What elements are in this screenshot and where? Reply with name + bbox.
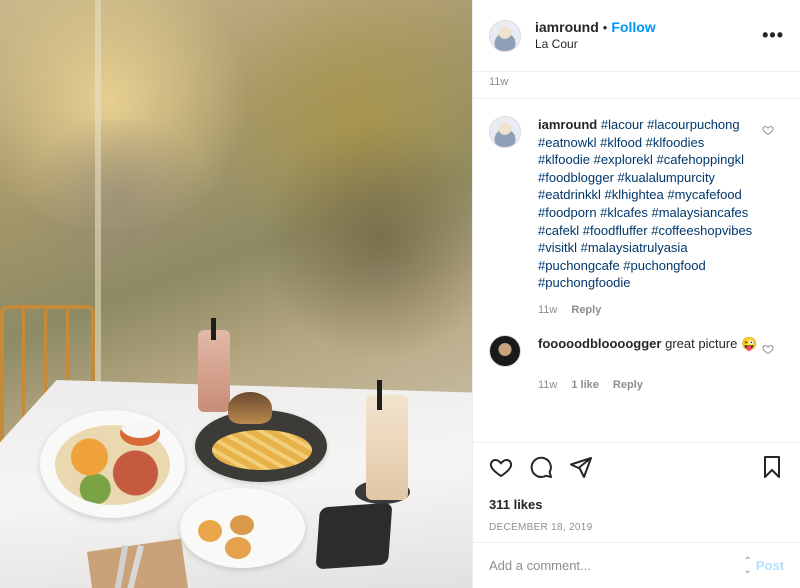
caption-meta: 11w Reply: [538, 304, 784, 316]
heart-icon[interactable]: [489, 455, 513, 479]
photo-window-frame: [95, 0, 101, 400]
photo-background-window: [20, 120, 220, 280]
reply-button[interactable]: Reply: [571, 304, 601, 316]
photo-burger: [228, 392, 272, 424]
photo-macaron: [230, 515, 254, 535]
photo-straw: [211, 318, 216, 340]
avatar[interactable]: [489, 334, 521, 367]
photo-macaron: [198, 520, 222, 542]
comment-time: 11w: [538, 378, 558, 391]
avatar[interactable]: [489, 19, 521, 52]
photo-sauce-bowl: [120, 420, 160, 446]
comment-text: great picture 😜: [665, 335, 758, 351]
top-timestamp: 11w: [489, 76, 509, 88]
resize-grip-icon: ⌃ ⌄: [743, 555, 752, 576]
heart-icon[interactable]: [762, 124, 774, 139]
comment-body: fooooodbloooogger great picture 😜: [538, 335, 758, 367]
post-header: iamround • Follow La Cour •••: [473, 0, 800, 72]
post-actions: 311 likes DECEMBER 18, 2019: [473, 442, 800, 533]
location-link[interactable]: La Cour: [535, 36, 656, 52]
avatar[interactable]: [489, 116, 521, 148]
bookmark-icon[interactable]: [760, 455, 784, 479]
post-button[interactable]: Post: [756, 558, 784, 573]
comment-icon[interactable]: [529, 455, 553, 479]
divider: [473, 98, 800, 99]
post-photo[interactable]: [0, 0, 472, 588]
caption-body: iamround #lacour #lacourpuchong #eatnowk…: [538, 116, 758, 292]
caption-username[interactable]: iamround: [538, 117, 597, 132]
photo-straw: [377, 380, 382, 410]
caption-time: 11w: [538, 303, 558, 316]
photo-coffee-glass: [366, 395, 408, 500]
comment-input[interactable]: [489, 558, 744, 573]
post-date: DECEMBER 18, 2019: [489, 522, 593, 533]
post-side-panel: iamround • Follow La Cour ••• 11w iamround…: [472, 0, 800, 588]
comment-likes-link[interactable]: 1 like: [571, 379, 599, 391]
comment-username[interactable]: fooooodbloooogger: [538, 336, 661, 351]
follow-button[interactable]: Follow: [611, 19, 655, 35]
photo-smartphone: [315, 502, 393, 570]
heart-icon[interactable]: [762, 343, 774, 358]
reply-button[interactable]: Reply: [613, 379, 643, 391]
add-comment-bar: ⌃⌄ Post: [473, 542, 800, 588]
photo-milkshake-glass: [198, 330, 230, 412]
username-link[interactable]: iamround: [535, 19, 599, 35]
photo-fries: [212, 430, 312, 470]
caption-hashtags[interactable]: #lacour #lacourpuchong #eatnowkl #klfood…: [538, 117, 752, 290]
comment-meta: 11w 1 like Reply: [538, 379, 784, 391]
photo-macaron: [225, 537, 251, 559]
action-icons-row: [489, 451, 784, 483]
separator-dot: •: [602, 20, 608, 35]
post-header-text: iamround • Follow La Cour: [535, 19, 656, 52]
send-icon[interactable]: [569, 455, 593, 479]
more-options-icon[interactable]: •••: [762, 26, 784, 44]
comments-scroll-area[interactable]: 11w iamround #lacour #lacourpuchong #eat…: [473, 72, 800, 442]
likes-count[interactable]: 311 likes: [489, 497, 784, 512]
caption-comment: iamround #lacour #lacourpuchong #eatnowk…: [489, 116, 784, 292]
comment-item: fooooodbloooogger great picture 😜: [489, 334, 784, 367]
